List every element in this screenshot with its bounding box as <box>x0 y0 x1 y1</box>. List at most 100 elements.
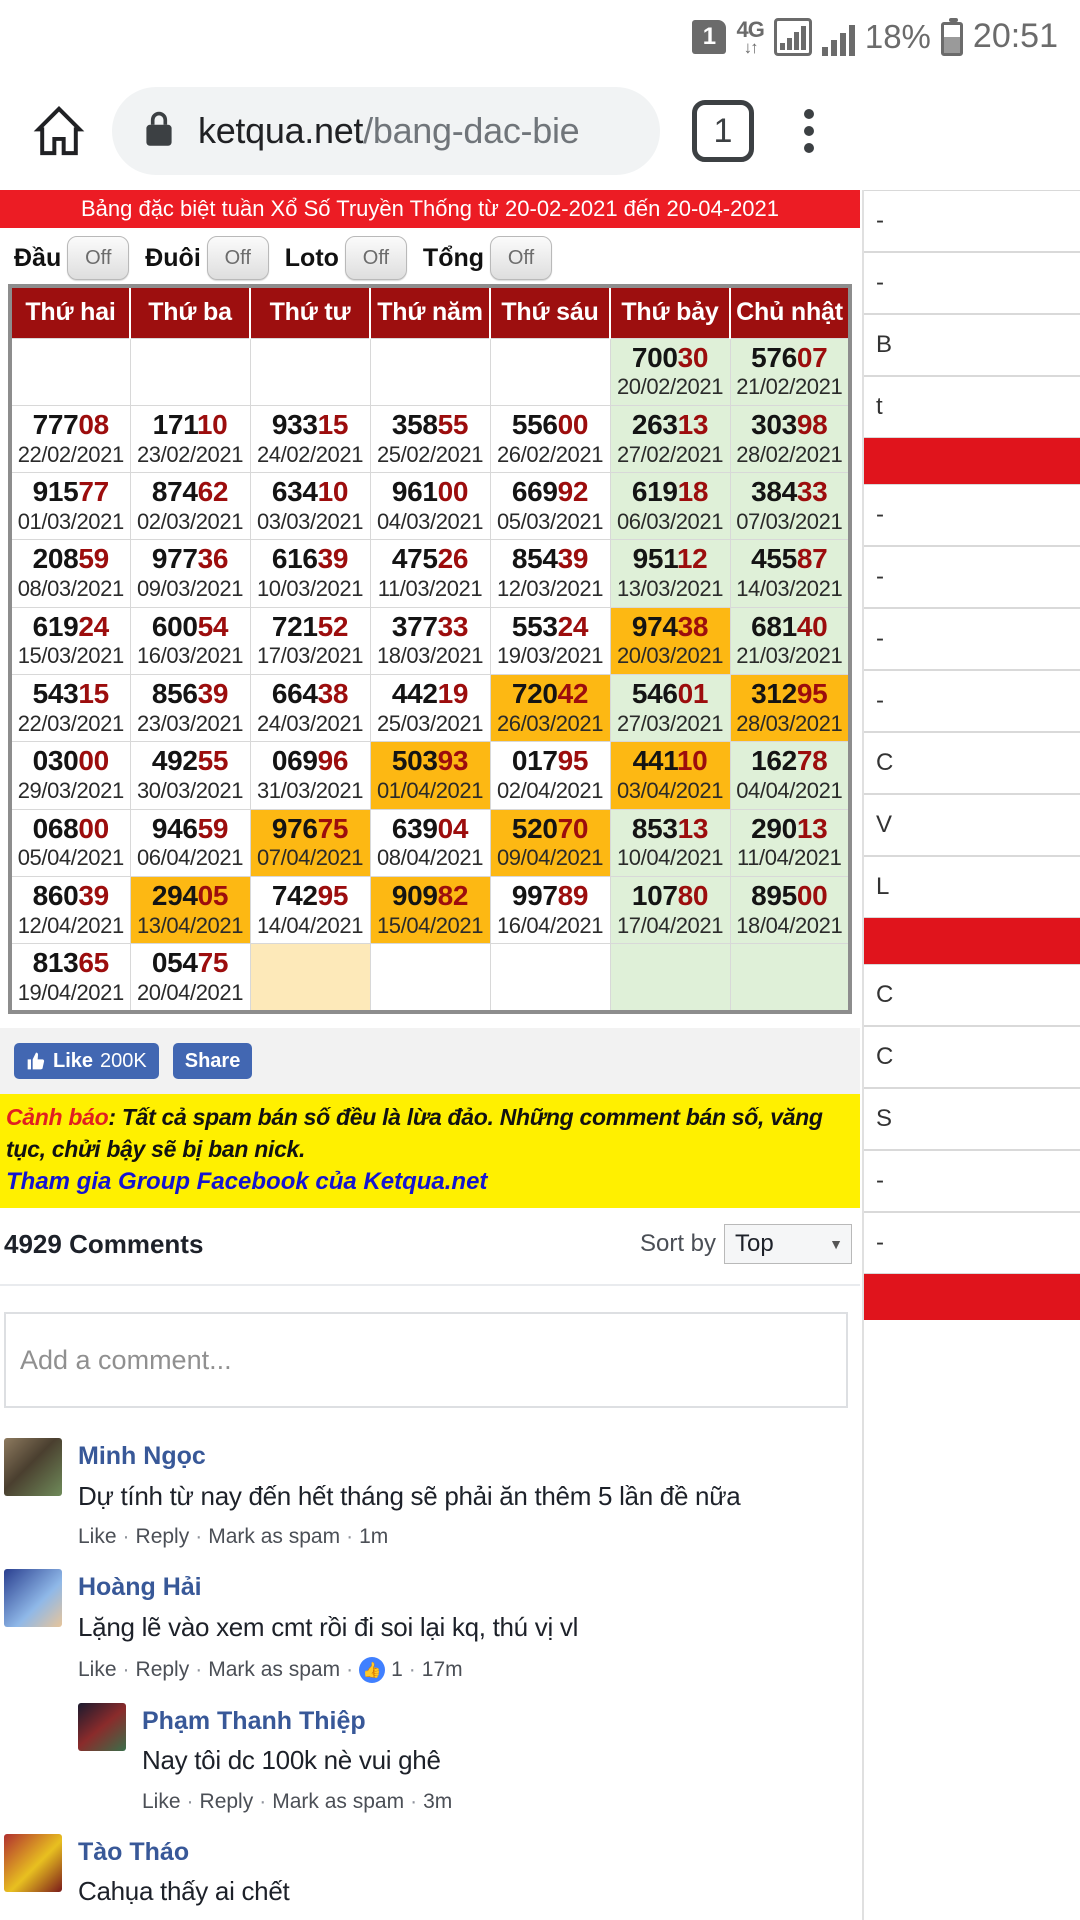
result-cell[interactable]: 61924 15/03/2021 <box>9 606 131 675</box>
kebab-menu-icon[interactable] <box>778 100 840 162</box>
avatar[interactable] <box>4 1438 62 1497</box>
result-cell[interactable]: 54601 27/03/2021 <box>609 673 731 743</box>
result-cell[interactable] <box>609 943 731 1013</box>
result-cell[interactable]: 81365 19/04/2021 <box>9 943 131 1013</box>
facebook-like-button[interactable]: Like 200K <box>14 1043 159 1080</box>
facebook-group-link[interactable]: Tham gia Group Facebook của Ketqua.net <box>6 1165 854 1199</box>
result-cell[interactable]: 44110 03/04/2021 <box>609 741 731 810</box>
result-cell[interactable] <box>249 337 371 406</box>
result-cell[interactable]: 97675 07/04/2021 <box>249 808 371 877</box>
result-cell[interactable]: 72152 17/03/2021 <box>249 606 371 675</box>
result-cell[interactable]: 68140 21/03/2021 <box>729 606 851 675</box>
result-cell[interactable]: 85439 12/03/2021 <box>489 539 611 608</box>
result-cell[interactable]: 16278 04/04/2021 <box>729 741 851 810</box>
result-cell[interactable]: 45587 14/03/2021 <box>729 539 851 608</box>
comment-like-action[interactable]: Like <box>78 1658 117 1682</box>
result-cell[interactable]: 96100 04/03/2021 <box>369 472 491 541</box>
avatar[interactable] <box>4 1569 62 1628</box>
comment-author-name[interactable]: Hoàng Hải <box>78 1569 854 1607</box>
result-cell[interactable]: 63904 08/04/2021 <box>369 808 491 877</box>
result-cell[interactable]: 44219 25/03/2021 <box>369 673 491 743</box>
result-cell[interactable]: 49255 30/03/2021 <box>129 741 251 810</box>
result-cell[interactable]: 63410 03/03/2021 <box>249 472 371 541</box>
toggle-switch-dau[interactable]: Off <box>67 236 130 280</box>
comment-author-name[interactable]: Tào Tháo <box>78 1834 854 1872</box>
result-cell[interactable]: 74295 14/04/2021 <box>249 875 371 945</box>
toggle-switch-tong[interactable]: Off <box>490 236 553 280</box>
result-cell[interactable]: 60054 16/03/2021 <box>129 606 251 675</box>
result-cell[interactable] <box>489 337 611 406</box>
web-page-viewport[interactable]: - - B t - - - - C V L C C S - - Bảng đặc… <box>0 190 1080 1920</box>
result-cell[interactable]: 54315 22/03/2021 <box>9 673 131 743</box>
result-cell[interactable]: 06800 05/04/2021 <box>9 808 131 877</box>
tab-switcher-button[interactable]: 1 <box>692 100 754 162</box>
result-cell[interactable]: 17110 23/02/2021 <box>129 404 251 474</box>
result-cell[interactable]: 30398 28/02/2021 <box>729 404 851 474</box>
result-cell[interactable]: 03000 29/03/2021 <box>9 741 131 810</box>
result-cell[interactable]: 29013 11/04/2021 <box>729 808 851 877</box>
toggle-switch-loto[interactable]: Off <box>344 236 407 280</box>
result-cell[interactable]: 20859 08/03/2021 <box>9 539 131 608</box>
result-cell[interactable]: 97438 20/03/2021 <box>609 606 731 675</box>
result-cell[interactable]: 50393 01/04/2021 <box>369 741 491 810</box>
result-cell[interactable]: 95112 13/03/2021 <box>609 539 731 608</box>
toggle-switch-duoi[interactable]: Off <box>206 236 269 280</box>
result-cell[interactable]: 72042 26/03/2021 <box>489 673 611 743</box>
result-cell[interactable]: 01795 02/04/2021 <box>489 741 611 810</box>
result-cell[interactable] <box>129 337 251 406</box>
result-cell[interactable]: 91577 01/03/2021 <box>9 472 131 541</box>
result-cell[interactable]: 87462 02/03/2021 <box>129 472 251 541</box>
result-cell[interactable] <box>489 943 611 1013</box>
comment-reply-action[interactable]: Reply <box>136 1525 190 1549</box>
result-cell[interactable]: 89500 18/04/2021 <box>729 875 851 945</box>
comment-spam-action[interactable]: Mark as spam <box>208 1525 340 1549</box>
result-cell[interactable]: 70030 20/02/2021 <box>609 337 731 406</box>
result-cell[interactable]: 90982 15/04/2021 <box>369 875 491 945</box>
avatar[interactable] <box>4 1833 62 1892</box>
result-cell[interactable]: 66992 05/03/2021 <box>489 472 611 541</box>
result-cell[interactable]: 05475 20/04/2021 <box>129 943 251 1013</box>
result-cell[interactable]: 29405 13/04/2021 <box>129 875 251 945</box>
comment-author-name[interactable]: Minh Ngọc <box>78 1438 854 1476</box>
add-comment-input[interactable]: Add a comment... <box>4 1312 848 1409</box>
result-cell[interactable]: 77708 22/02/2021 <box>9 404 131 474</box>
result-cell[interactable] <box>369 943 491 1013</box>
comment-reply-action[interactable]: Reply <box>200 1790 254 1814</box>
result-cell[interactable]: 85313 10/04/2021 <box>609 808 731 877</box>
result-cell[interactable]: 94659 06/04/2021 <box>129 808 251 877</box>
comment-spam-action[interactable]: Mark as spam <box>208 1658 340 1682</box>
result-cell[interactable] <box>249 943 371 1013</box>
result-cell[interactable] <box>369 337 491 406</box>
result-cell[interactable]: 85639 23/03/2021 <box>129 673 251 743</box>
comment-spam-action[interactable]: Mark as spam <box>272 1790 404 1814</box>
result-cell[interactable]: 35855 25/02/2021 <box>369 404 491 474</box>
result-cell[interactable]: 47526 11/03/2021 <box>369 539 491 608</box>
result-cell[interactable]: 52070 09/04/2021 <box>489 808 611 877</box>
result-cell[interactable]: 10780 17/04/2021 <box>609 875 731 945</box>
result-cell[interactable]: 37733 18/03/2021 <box>369 606 491 675</box>
result-cell[interactable]: 61639 10/03/2021 <box>249 539 371 608</box>
comment-author-name[interactable]: Phạm Thanh Thiệp <box>142 1703 854 1741</box>
address-bar[interactable]: ketqua.net/bang-dac-bie <box>112 87 660 175</box>
home-icon[interactable] <box>22 94 96 168</box>
result-cell[interactable]: 99789 16/04/2021 <box>489 875 611 945</box>
result-cell[interactable]: 66438 24/03/2021 <box>249 673 371 743</box>
result-cell[interactable]: 26313 27/02/2021 <box>609 404 731 474</box>
comment-like-action[interactable]: Like <box>78 1525 117 1549</box>
result-cell[interactable]: 06996 31/03/2021 <box>249 741 371 810</box>
result-cell[interactable]: 55324 19/03/2021 <box>489 606 611 675</box>
result-cell[interactable]: 55600 26/02/2021 <box>489 404 611 474</box>
result-cell[interactable]: 61918 06/03/2021 <box>609 472 731 541</box>
result-cell[interactable] <box>729 943 851 1013</box>
avatar[interactable] <box>78 1702 126 1751</box>
facebook-share-button[interactable]: Share <box>172 1043 253 1080</box>
comment-like-action[interactable]: Like <box>142 1790 181 1814</box>
result-cell[interactable]: 31295 28/03/2021 <box>729 673 851 743</box>
result-cell[interactable]: 57607 21/02/2021 <box>729 337 851 406</box>
result-cell[interactable] <box>9 337 131 406</box>
comment-reply-action[interactable]: Reply <box>136 1658 190 1682</box>
sort-select[interactable]: Top ▼ <box>724 1224 852 1265</box>
result-cell[interactable]: 93315 24/02/2021 <box>249 404 371 474</box>
result-cell[interactable]: 97736 09/03/2021 <box>129 539 251 608</box>
result-cell[interactable]: 86039 12/04/2021 <box>9 875 131 945</box>
